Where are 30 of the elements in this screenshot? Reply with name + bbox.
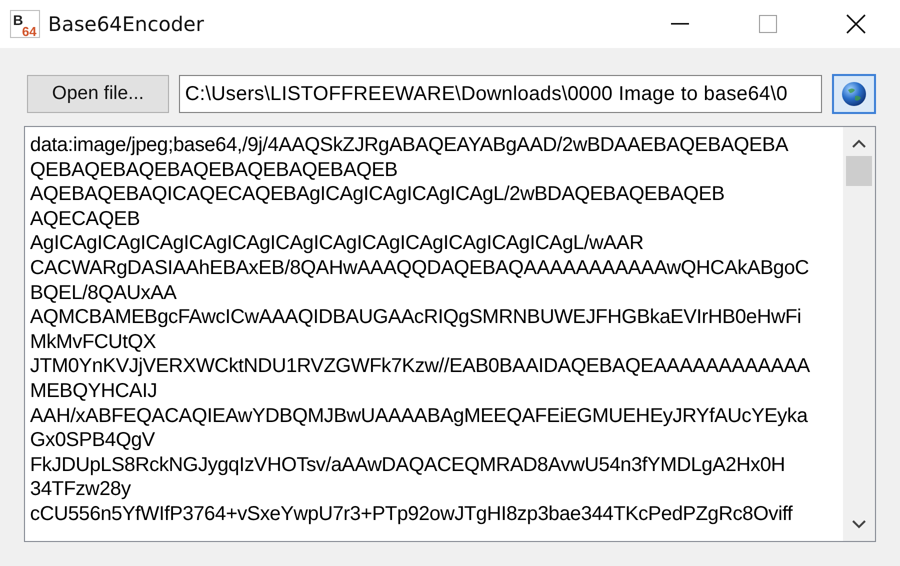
output-line: AgICAgICAgICAgICAgICAgICAgICAgICAgICAgICAgICAgICAgL/wAAR (30, 231, 644, 256)
output-line: cCU556n5YfWIfP3764+vSxeYwpU7r3+PTp92owJTgHI8zp3bae344TKcPedPZgRc8Oviff (30, 502, 794, 526)
open-file-button[interactable]: Open file... (27, 75, 169, 113)
scroll-down-icon[interactable] (852, 520, 866, 529)
scroll-up-icon[interactable] (852, 139, 866, 148)
output-line: AQEBAQEBAQICAQECAQEBAgICAgICAgICAgICAgL/2wBDAQEBAQEBAQEB (30, 182, 726, 207)
window-title: Base64Encoder (48, 12, 204, 36)
vertical-scrollbar[interactable] (843, 127, 875, 541)
output-line: CACWARgDASIAAhEBAxEB/8QAHwAAAQQDAQEBAQAAAAAAAAAAAwQHCAkABgoC (30, 256, 810, 281)
app-logo-icon: B 64 (10, 10, 40, 38)
output-line: Gx0SPB4QgV (30, 428, 156, 453)
path-field[interactable]: C:\Users\LISTOFFREEWARE\Downloads\0000 Image to base64\0 (179, 75, 822, 113)
output-line: 34TFzw28y (30, 477, 132, 502)
maximize-icon (759, 15, 777, 33)
output-line: QEBAQEBAQEBAQEBAQEBAQEBAQEB (30, 158, 399, 182)
output-line: JTM0YnKVJjVERXWCktNDU1RVZGWFk7Kzw//EAB0BAAIDAQEBAQEAAAAAAAAAAAA (30, 354, 811, 379)
globe-icon (840, 80, 868, 108)
output-line: FkJDUpLS8RckNGJygqIzVHOTsv/aAAwDAQACEQMRAD8AvwU54n3fYMDLgA2Hx0H (30, 452, 786, 478)
minimize-icon (671, 23, 689, 25)
output-line: MEBQYHCAIJ (30, 378, 158, 404)
globe-button[interactable] (832, 74, 876, 114)
output-line: AQMCBAMEBgcFAwcICwAAAQIDBAUGAAcRIQgSMRNBUWEJFHGBkaEVIrHB0eHwFi (30, 305, 802, 330)
output-line: data:image/jpeg;base64,/9j/4AAQSkZJRgABAQEAYABgAAD/2wBDAAEBAQEBAQEBA (30, 133, 790, 158)
output-line: AAH/xABFEQACAQIEAwYDBQMJBwUAAAABAgMEEQAFEiEGMUEHEyJRYfAUcYEyka (30, 404, 809, 428)
scrollbar-thumb[interactable] (846, 156, 872, 186)
output-line: AQECAQEB (30, 206, 141, 232)
output-text-area[interactable] (24, 126, 876, 542)
output-line: BQEL/8QAUxAA (30, 280, 178, 306)
close-icon (846, 14, 866, 34)
output-line: MkMvFCUtQX (30, 330, 157, 354)
